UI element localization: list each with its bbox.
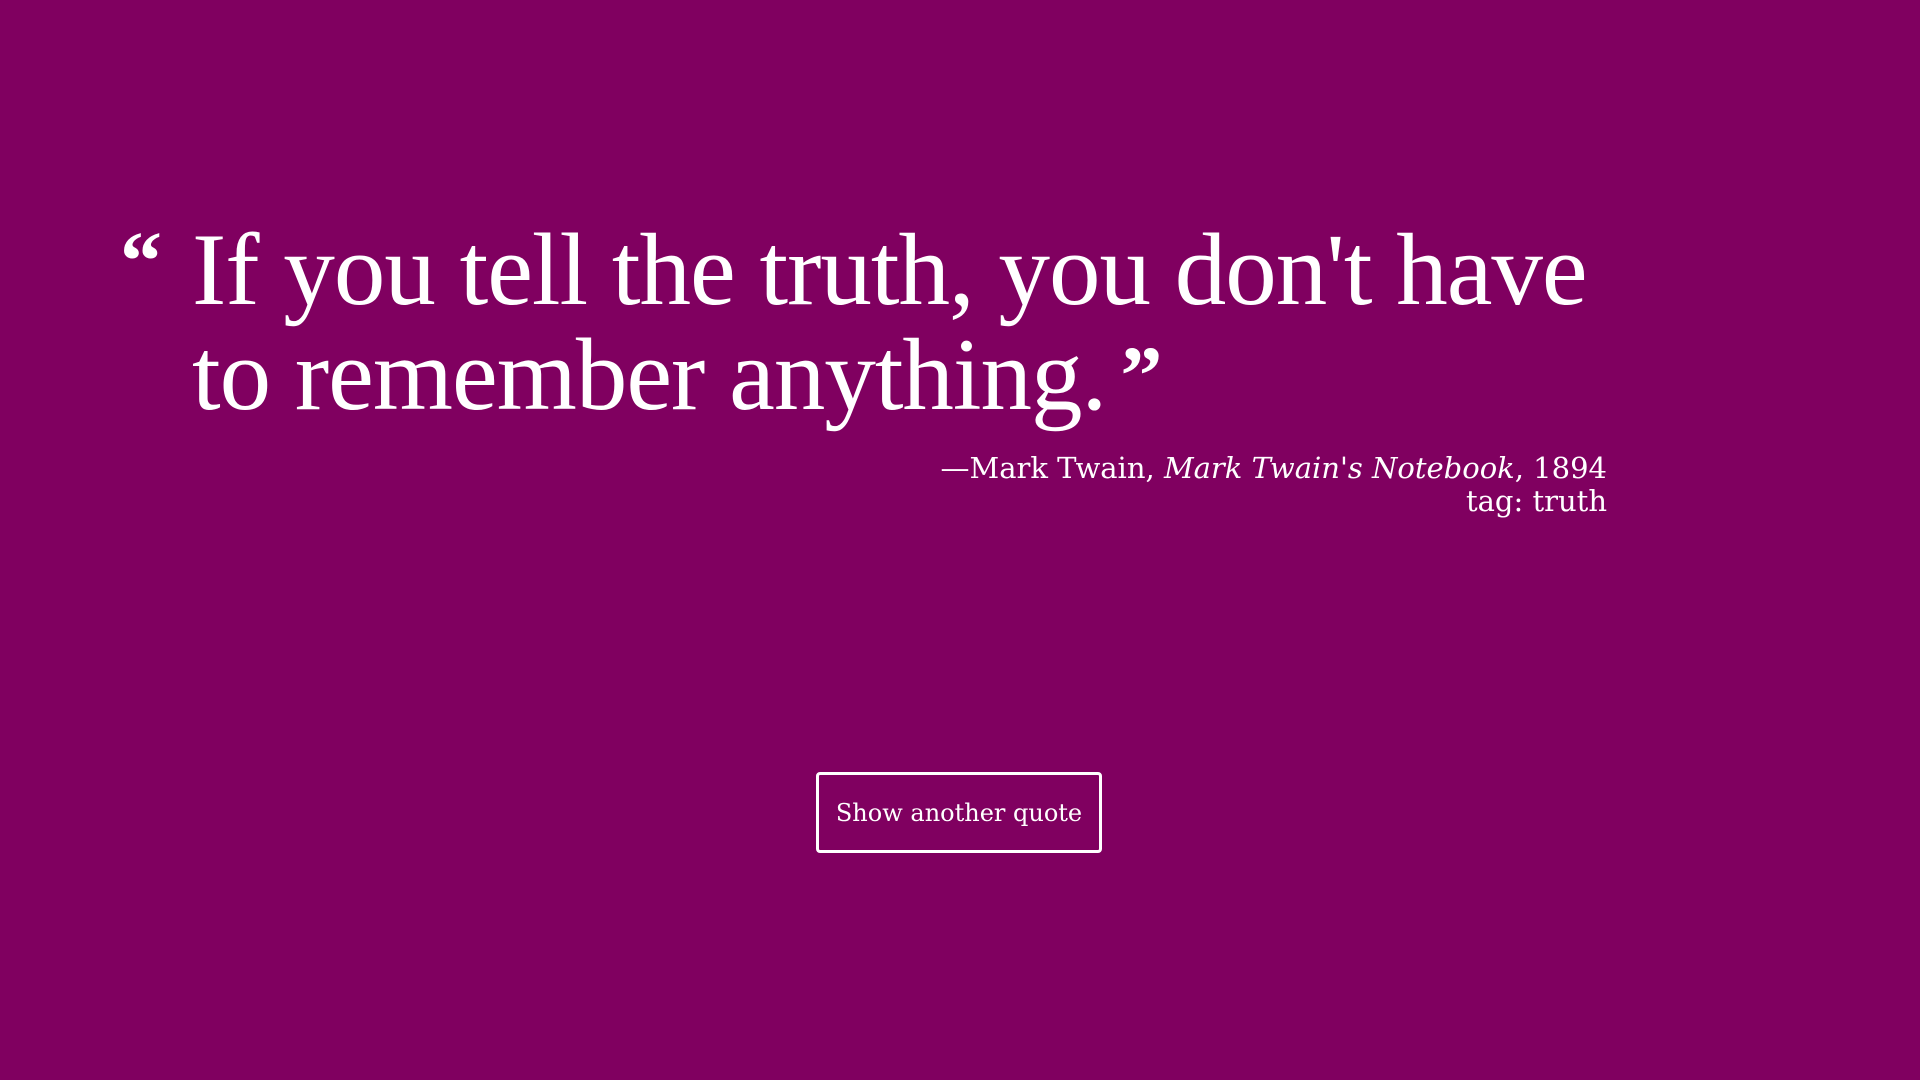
attribution-source: Mark Twain's Notebook: [1163, 451, 1515, 485]
quote-page: { "quote": { "open_mark": "“", "text": "…: [0, 0, 1920, 1080]
open-quote-icon: “: [120, 215, 162, 308]
attribution-author: —Mark Twain,: [940, 451, 1164, 485]
attribution-year: , 1894: [1514, 451, 1607, 485]
show-another-quote-button[interactable]: Show another quote: [816, 772, 1102, 853]
attribution-line: —Mark Twain, Mark Twain's Notebook, 1894: [941, 452, 1608, 485]
quote-text: “If you tell the truth, you don't have t…: [120, 218, 1680, 428]
quote-block: “If you tell the truth, you don't have t…: [120, 218, 1680, 428]
attribution: —Mark Twain, Mark Twain's Notebook, 1894…: [941, 452, 1608, 518]
close-quote-icon: ”: [1120, 330, 1162, 423]
quote-tag: tag: truth: [1465, 484, 1607, 518]
quote-body: If you tell the truth, you don't have to…: [192, 213, 1588, 432]
